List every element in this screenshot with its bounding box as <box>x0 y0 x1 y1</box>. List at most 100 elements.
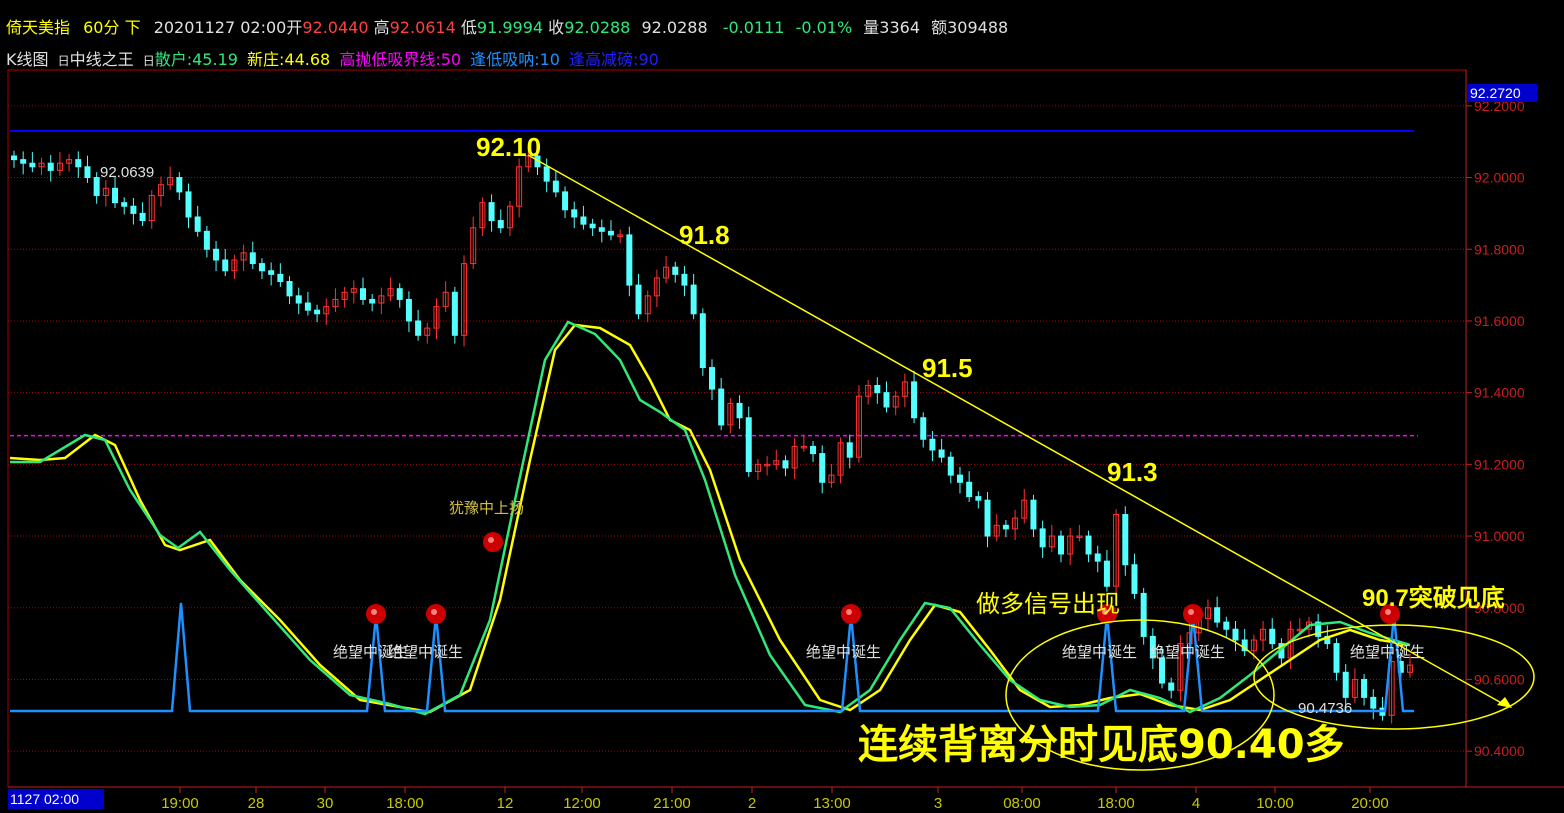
time-tick-label: 19:00 <box>161 795 199 812</box>
price-tick-label: 92.0000 <box>1474 170 1525 186</box>
candle-body <box>314 309 321 315</box>
candle-body <box>571 209 578 218</box>
candle-body <box>20 159 27 164</box>
candle-body <box>1030 499 1037 530</box>
candle-body <box>1269 628 1276 645</box>
candle-body <box>360 288 366 300</box>
candle-body <box>947 456 954 476</box>
signal-label: 绝望中诞生 <box>1150 643 1225 661</box>
candle-body <box>249 252 256 265</box>
candle-body <box>176 177 183 193</box>
candle-body <box>883 392 890 408</box>
label-90-7: 90.7突破见底 <box>1362 584 1505 612</box>
candle-body <box>782 460 789 469</box>
buy-signal-highlight <box>371 609 377 615</box>
candle-body <box>1131 564 1138 594</box>
candle-body <box>1232 628 1239 641</box>
candle-body <box>47 162 54 171</box>
candle-body <box>185 191 192 218</box>
candle-body <box>93 177 100 196</box>
price-tick-label: 91.6000 <box>1474 313 1525 329</box>
time-tick-label: 4 <box>1192 795 1200 812</box>
time-tick-label: 13:00 <box>813 795 851 812</box>
candle-body <box>1214 607 1221 623</box>
candle-body <box>938 449 945 458</box>
candle-body <box>451 291 458 336</box>
candle-body <box>268 270 275 275</box>
candle-body <box>589 223 596 229</box>
cursor-date-label: 1127 02:00 <box>10 791 79 807</box>
candle-body <box>911 381 918 419</box>
candle-body <box>672 266 679 275</box>
candle-body <box>1342 671 1349 698</box>
candle-body <box>286 281 293 297</box>
signal-label: 绝望中诞生 <box>388 643 463 661</box>
candle-body <box>1085 535 1092 555</box>
candle-body <box>121 202 128 207</box>
candle-body <box>304 302 311 311</box>
price-tick-label: 91.2000 <box>1474 456 1525 472</box>
candle-body <box>552 180 559 193</box>
candle-body <box>29 162 36 168</box>
candle-body <box>598 227 605 232</box>
candle-body <box>607 230 614 236</box>
candle-body <box>11 155 17 161</box>
signal-label: 绝望中诞生 <box>806 643 881 661</box>
time-tick-label: 21:00 <box>653 795 691 812</box>
candle-body <box>84 166 91 179</box>
candle-body <box>1039 528 1046 548</box>
bottom-summary-label: 连续背离分时见底90.40多 <box>858 722 1345 768</box>
buy-signal-highlight <box>431 609 437 615</box>
candle-body <box>1370 696 1377 709</box>
peak-label: 92.10 <box>476 132 541 162</box>
candle-body <box>718 388 725 426</box>
candle-body <box>277 273 284 283</box>
candle-body <box>112 187 119 204</box>
low-marker-label: 90.4736 <box>1298 700 1352 717</box>
candle-body <box>415 320 422 336</box>
candle-body <box>929 438 936 451</box>
candle-body <box>690 284 697 315</box>
buy-signal-highlight <box>846 609 852 615</box>
buy-signal-highlight <box>488 537 494 543</box>
candle-body <box>681 273 688 286</box>
candle-body <box>846 442 853 458</box>
candle-body <box>203 230 210 250</box>
candle-body <box>699 313 706 369</box>
candle-body <box>966 481 973 498</box>
candle-body <box>810 445 817 455</box>
time-tick-label: 12:00 <box>563 795 601 812</box>
candle-body <box>497 220 504 229</box>
high-marker-label: 92.0639 <box>100 164 154 181</box>
candle-body <box>819 453 826 483</box>
price-tick-label: 91.0000 <box>1474 528 1525 544</box>
candle-body <box>194 216 201 232</box>
candle-body <box>369 298 376 304</box>
candle-body <box>1103 560 1110 587</box>
chart[interactable]: 92.200092.000091.800091.600091.400091.20… <box>0 0 1564 813</box>
candle-body <box>130 205 137 214</box>
time-tick-label: 20:00 <box>1351 795 1389 812</box>
candle-body <box>1058 535 1064 555</box>
trend-line <box>527 154 1506 706</box>
candle-body <box>736 402 743 419</box>
candle-body <box>1122 514 1129 566</box>
candle-body <box>984 499 991 537</box>
time-tick-label: 28 <box>248 795 265 812</box>
candle-body <box>1168 682 1175 691</box>
candle-body <box>1223 621 1230 630</box>
label-91-5: 91.5 <box>922 353 973 383</box>
time-tick-label: 18:00 <box>1097 795 1135 812</box>
time-tick-label: 12 <box>497 795 514 812</box>
candle-body <box>580 216 587 225</box>
candle-body <box>75 159 82 168</box>
candle-body <box>635 284 642 315</box>
signal-label: 绝望中诞生 <box>1350 643 1425 661</box>
top-price-label: 92.2720 <box>1470 85 1521 101</box>
time-tick-label: 08:00 <box>1003 795 1041 812</box>
price-tick-label: 90.4000 <box>1474 743 1525 759</box>
long-signal-label: 做多信号出现 <box>976 590 1120 618</box>
candle-body <box>258 263 265 272</box>
signal-label: 绝望中诞生 <box>1062 643 1137 661</box>
buy-signal-highlight <box>1188 609 1194 615</box>
